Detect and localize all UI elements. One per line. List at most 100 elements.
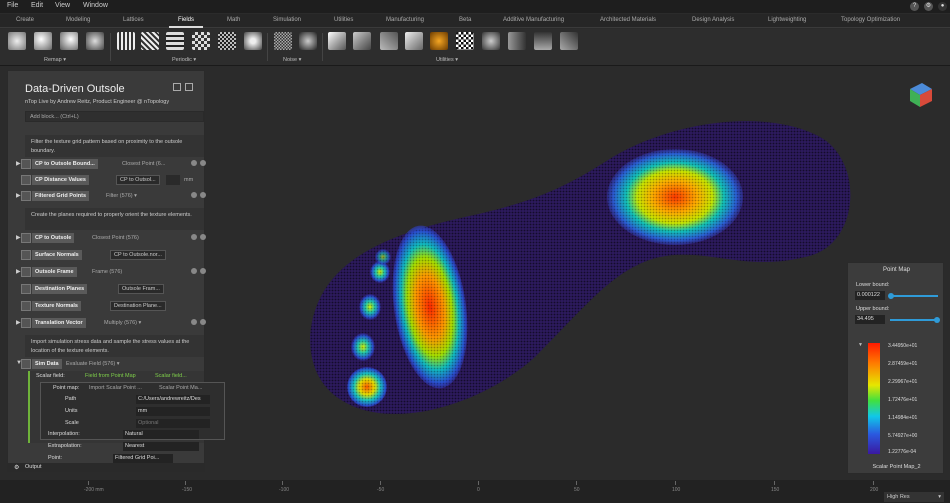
upper-slider-handle[interactable] (934, 317, 940, 323)
upper-bound-input[interactable]: 34.495 (855, 315, 885, 324)
tab-simulation[interactable]: Simulation (273, 17, 301, 23)
field-box-icon[interactable] (405, 32, 423, 50)
periodic-stripes-icon[interactable] (141, 32, 159, 50)
remap-group-label[interactable]: Remap ▾ (44, 57, 66, 63)
scale-input[interactable]: Optional (136, 419, 210, 428)
tab-utilities[interactable]: Utilities (334, 17, 353, 23)
block-input-chip[interactable]: CP to Outsole.nor... (110, 250, 166, 260)
block-input-chip[interactable]: Outsole Fram... (118, 284, 164, 294)
periodic-cells-icon[interactable] (244, 32, 262, 50)
expand-icon[interactable]: ▶ (16, 319, 21, 326)
field-cube-icon[interactable] (328, 32, 346, 50)
remap-torus-icon[interactable] (60, 32, 78, 50)
expand-icon[interactable]: ▶ (16, 192, 21, 199)
periodic-group-label[interactable]: Periodic ▾ (172, 57, 196, 63)
path-input[interactable]: C:/Users/andrewreitz/Des (136, 395, 210, 404)
upper-bound-slider[interactable] (890, 319, 938, 321)
noise-simplex-icon[interactable] (274, 32, 292, 50)
block-outsole-frame[interactable]: ▶ Outsole Frame Frame (576) (16, 267, 206, 277)
block-texture-normals[interactable]: Texture Normals Destination Plane... (16, 301, 204, 311)
block-cp-outsole-boundary[interactable]: ▶ CP to Outsole Bound... Closest Point (… (16, 159, 206, 169)
lower-bound-input[interactable]: 0.000122 (855, 291, 885, 300)
view-cube-icon[interactable] (910, 83, 932, 107)
visibility-icon[interactable] (200, 234, 206, 240)
menu-view[interactable]: View (55, 2, 70, 9)
tab-lightweighting[interactable]: Lightweighting (768, 17, 806, 23)
expand-icon[interactable]: ▶ (16, 268, 21, 275)
field-gradient-icon[interactable] (560, 32, 578, 50)
expand-icon[interactable]: ▶ (16, 160, 21, 167)
menu-window[interactable]: Window (83, 2, 108, 9)
gear-icon[interactable]: ⚙ (14, 464, 19, 471)
visibility-icon[interactable] (200, 192, 206, 198)
block-surface-normals[interactable]: Surface Normals CP to Outsole.nor... (16, 250, 204, 260)
info-icon[interactable] (191, 234, 197, 240)
remap-custom-icon[interactable] (86, 32, 104, 50)
add-block-input[interactable]: Add block... (Ctrl+L) (25, 111, 204, 122)
tab-beta[interactable]: Beta (459, 17, 471, 23)
block-input-chip[interactable]: Destination Plane... (110, 301, 166, 311)
info-icon[interactable] (191, 319, 197, 325)
visibility-icon[interactable] (200, 319, 206, 325)
scalar-field-output[interactable]: Scalar field... (155, 373, 187, 379)
visibility-icon[interactable] (200, 160, 206, 166)
link-icon[interactable] (173, 83, 181, 91)
tab-manufacturing[interactable]: Manufacturing (386, 17, 424, 23)
periodic-gyroid-icon[interactable] (117, 32, 135, 50)
user-icon[interactable]: ● (938, 2, 947, 11)
utilities-group-label[interactable]: Utilities ▾ (436, 57, 458, 63)
info-icon[interactable] (191, 160, 197, 166)
field-scatter-icon[interactable] (508, 32, 526, 50)
block-filtered-grid-points[interactable]: ▶ Filtered Grid Points Filter (576) ▾ (16, 191, 206, 201)
expand-icon[interactable]: ▶ (16, 234, 21, 241)
lower-bound-slider[interactable] (890, 295, 938, 297)
lower-slider-handle[interactable] (888, 293, 894, 299)
tab-lattices[interactable]: Lattices (123, 17, 144, 23)
extrapolation-select[interactable]: Nearest (123, 442, 199, 451)
periodic-checker-icon[interactable] (192, 32, 210, 50)
menu-edit[interactable]: Edit (31, 2, 43, 9)
field-probe-icon[interactable] (534, 32, 552, 50)
periodic-dots-icon[interactable] (218, 32, 236, 50)
point-map-value[interactable]: Import Scalar Point ... (89, 385, 142, 391)
units-select[interactable]: mm (136, 407, 210, 416)
outsole-heatmap-render[interactable] (205, 67, 950, 480)
tab-design-analysis[interactable]: Design Analysis (692, 17, 734, 23)
export-icon[interactable] (185, 83, 193, 91)
tab-create[interactable]: Create (16, 17, 34, 23)
field-link-icon[interactable] (353, 32, 371, 50)
block-cp-to-outsole[interactable]: ▶ CP to Outsole Closest Point (576) (16, 233, 206, 243)
point-input[interactable]: Filtered Grid Poi... (113, 454, 173, 463)
field-blend-icon[interactable] (482, 32, 500, 50)
tab-topology-optimization[interactable]: Topology Optimization (841, 17, 900, 23)
field-chain-icon[interactable] (380, 32, 398, 50)
tab-modeling[interactable]: Modeling (66, 17, 90, 23)
field-ramp-icon[interactable] (430, 32, 448, 50)
remap-cylinder-icon[interactable] (34, 32, 52, 50)
info-icon[interactable] (191, 192, 197, 198)
interpolation-select[interactable]: Natural (123, 430, 199, 439)
help-icon[interactable]: ? (910, 2, 919, 11)
tab-fields[interactable]: Fields (178, 17, 194, 23)
render-quality-select[interactable]: High Res ▾ (884, 492, 944, 502)
tab-math[interactable]: Math (227, 17, 240, 23)
periodic-grid-icon[interactable] (166, 32, 184, 50)
legend-collapse-icon[interactable]: ▼ (858, 342, 863, 348)
settings-icon[interactable]: ⚙ (924, 2, 933, 11)
noise-perlin-icon[interactable] (299, 32, 317, 50)
block-sim-data[interactable]: ▼ Sim Data Evaluate Field (576) ▾ (16, 359, 204, 369)
block-input-chip[interactable]: CP to Outsol... (116, 175, 160, 185)
block-destination-planes[interactable]: Destination Planes Outsole Fram... (16, 284, 204, 294)
3d-viewport[interactable] (205, 67, 950, 480)
remap-sphere-icon[interactable] (8, 32, 26, 50)
block-cp-distance-values[interactable]: CP Distance Values CP to Outsol... mm (16, 175, 204, 185)
tab-architected-materials[interactable]: Architected Materials (600, 17, 656, 23)
menu-file[interactable]: File (7, 2, 18, 9)
visibility-icon[interactable] (200, 268, 206, 274)
block-translation-vector[interactable]: ▶ Translation Vector Multiply (576) ▾ (16, 318, 206, 328)
field-points-icon[interactable] (456, 32, 474, 50)
info-icon[interactable] (191, 268, 197, 274)
noise-group-label[interactable]: Noise ▾ (283, 57, 301, 63)
tab-additive-manufacturing[interactable]: Additive Manufacturing (503, 17, 564, 23)
scalar-field-value[interactable]: Field from Point Map (85, 373, 136, 379)
